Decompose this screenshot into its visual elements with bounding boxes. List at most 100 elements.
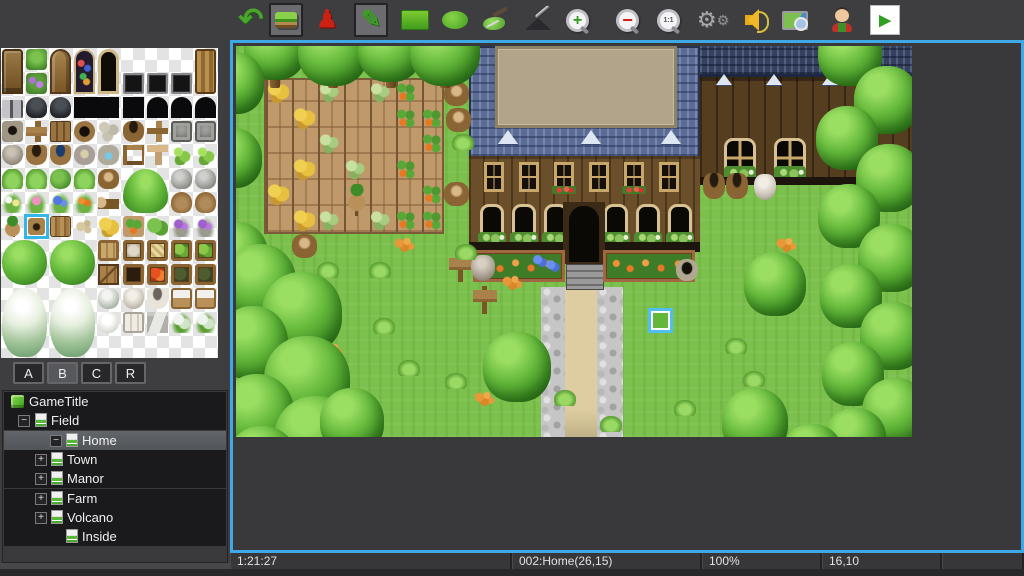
chara-button[interactable]	[825, 3, 859, 37]
palette-tile-dark-arch[interactable]	[195, 97, 216, 118]
palette-tile-tree-stump[interactable]	[98, 169, 119, 190]
zoomin-button[interactable]: +	[560, 3, 594, 37]
palette-tile-dirt-mound[interactable]	[171, 192, 192, 213]
tileset-tab-B[interactable]: B	[47, 362, 78, 384]
find-button[interactable]	[778, 3, 812, 37]
palette-tile-round-well[interactable]	[74, 121, 95, 142]
palette-tile-crate-tomatoes[interactable]	[147, 264, 168, 285]
palette-tile-empty-crate[interactable]	[123, 264, 144, 285]
expander-icon[interactable]: −	[18, 415, 30, 427]
palette-tile-orange-flowers[interactable]	[74, 192, 95, 213]
play-button[interactable]: ▶	[868, 3, 902, 37]
zoomout-button[interactable]: −	[610, 3, 644, 37]
one2one-button[interactable]: 1:1	[651, 3, 685, 37]
pencil-button[interactable]: ✎	[354, 3, 388, 37]
palette-tile-snow-tree[interactable]	[50, 288, 95, 357]
palette-tile-pebbles[interactable]	[74, 216, 95, 237]
palette-tile-rock[interactable]	[171, 169, 192, 190]
palette-tile-window-purple-flowers[interactable]	[26, 73, 47, 94]
palette-tile-bucket[interactable]	[26, 145, 47, 166]
palette-tile-snowy-bush[interactable]	[171, 312, 192, 333]
palette-tile-water-bucket[interactable]	[50, 145, 71, 166]
palette-tile-crate-sack[interactable]	[123, 240, 144, 261]
palette-tile-stove[interactable]	[50, 97, 71, 118]
tileset-palette[interactable]	[1, 48, 218, 358]
palette-tile-crate-greens[interactable]	[171, 240, 192, 261]
tileset-tab-C[interactable]: C	[81, 362, 112, 384]
palette-tile-yellow-bush[interactable]	[98, 216, 119, 237]
palette-tile-snowball[interactable]	[98, 312, 119, 333]
tree-row-farm[interactable]: +Farm	[4, 489, 226, 508]
palette-tile-window-greenery[interactable]	[26, 49, 47, 70]
palette-tile-blue-flowers[interactable]	[50, 192, 71, 213]
palette-tile-stove[interactable]	[26, 97, 47, 118]
palette-tile-rock[interactable]	[195, 169, 216, 190]
palette-tile-small-window[interactable]	[171, 73, 192, 94]
palette-tile-big-tree[interactable]	[2, 240, 47, 285]
palette-tile-stone-shrine[interactable]	[171, 121, 192, 142]
palette-tile-white-pot[interactable]	[123, 288, 144, 309]
expander-icon[interactable]: +	[35, 473, 47, 485]
palette-tile-wooden-sign[interactable]	[26, 121, 47, 142]
palette-tile-crate-vegetables[interactable]	[195, 264, 216, 285]
palette-tile-grass-tuft[interactable]	[2, 169, 23, 190]
palette-tile-dirt-mound[interactable]	[195, 192, 216, 213]
palette-tile-fallen-log[interactable]	[98, 192, 119, 213]
palette-tile-wooden-fence[interactable]	[50, 121, 71, 142]
palette-tile-snowy-crate[interactable]	[195, 288, 216, 309]
palette-tile-snow-tree[interactable]	[2, 288, 47, 357]
palette-tile-dark-opening[interactable]	[123, 97, 144, 118]
palette-tile-sprouts[interactable]	[171, 145, 192, 166]
palette-tile-dark-opening[interactable]	[74, 97, 119, 118]
map-canvas[interactable]	[230, 40, 1024, 553]
palette-tile-wooden-door[interactable]	[2, 49, 23, 94]
palette-tile-sprouts[interactable]	[195, 145, 216, 166]
palette-tile-crate-vegetables[interactable]	[171, 264, 192, 285]
palette-tile-big-tree[interactable]	[50, 240, 95, 285]
palette-tile-grass-tuft[interactable]	[26, 169, 47, 190]
palette-tile-crate-greens[interactable]	[195, 240, 216, 261]
palette-tile-wooden-cross[interactable]	[147, 121, 168, 142]
palette-tile-dark-arch[interactable]	[171, 97, 192, 118]
palette-tile-arched-door[interactable]	[50, 49, 71, 94]
palette-tile-well-frame[interactable]	[123, 145, 144, 166]
audio-button[interactable]	[741, 3, 775, 37]
palette-tile-clay-pot[interactable]	[2, 145, 23, 166]
palette-tile-post[interactable]	[147, 145, 168, 166]
palette-tile-stone-shrine[interactable]	[195, 121, 216, 142]
palette-tile-barrel[interactable]	[123, 121, 144, 142]
palette-tile-leaf-pile[interactable]	[50, 169, 71, 190]
rect-button[interactable]	[398, 3, 432, 37]
palette-tile-wood-pile[interactable]	[50, 216, 71, 237]
expander-icon[interactable]: −	[50, 435, 62, 447]
tree-row-home[interactable]: −Home	[4, 431, 226, 450]
tileset-tab-A[interactable]: A	[13, 362, 44, 384]
palette-tile-crate-lid[interactable]	[98, 240, 119, 261]
expander-icon[interactable]: +	[35, 512, 47, 524]
palette-tile-stained-glass-window[interactable]	[74, 49, 95, 94]
tree-row-gametitle[interactable]: GameTitle	[4, 392, 226, 411]
tree-row-inside[interactable]: Inside	[4, 527, 226, 546]
palette-tile-white-crate[interactable]	[123, 312, 144, 333]
palette-tile-stone-well[interactable]	[2, 121, 23, 142]
tree-row-town[interactable]: +Town	[4, 450, 226, 469]
palette-tile-conifer-tree[interactable]	[123, 169, 168, 214]
shadow-button[interactable]	[522, 3, 556, 37]
expander-icon[interactable]: +	[35, 493, 47, 505]
event-button[interactable]: ♟	[310, 3, 344, 37]
fill-button[interactable]	[479, 3, 513, 37]
palette-tile-carrot-crop[interactable]	[123, 216, 144, 237]
ellipse-button[interactable]	[438, 3, 472, 37]
tree-row-field[interactable]: −Field	[4, 411, 226, 430]
palette-tile-small-window[interactable]	[147, 73, 168, 94]
palette-tile-stone-basin[interactable]	[74, 145, 95, 166]
tree-row-volcano[interactable]: +Volcano	[4, 508, 226, 527]
palette-tile-snowy-bush[interactable]	[195, 312, 216, 333]
palette-tile-snowy-rock[interactable]	[98, 288, 119, 309]
palette-tile-small-window[interactable]	[123, 73, 144, 94]
undo-button[interactable]: ↶	[234, 3, 268, 37]
tileset-tab-R[interactable]: R	[115, 362, 146, 384]
palette-tile-plank-door[interactable]	[98, 264, 119, 285]
palette-tile-pink-flower[interactable]	[26, 192, 47, 213]
palette-tile-easel[interactable]	[147, 312, 168, 333]
